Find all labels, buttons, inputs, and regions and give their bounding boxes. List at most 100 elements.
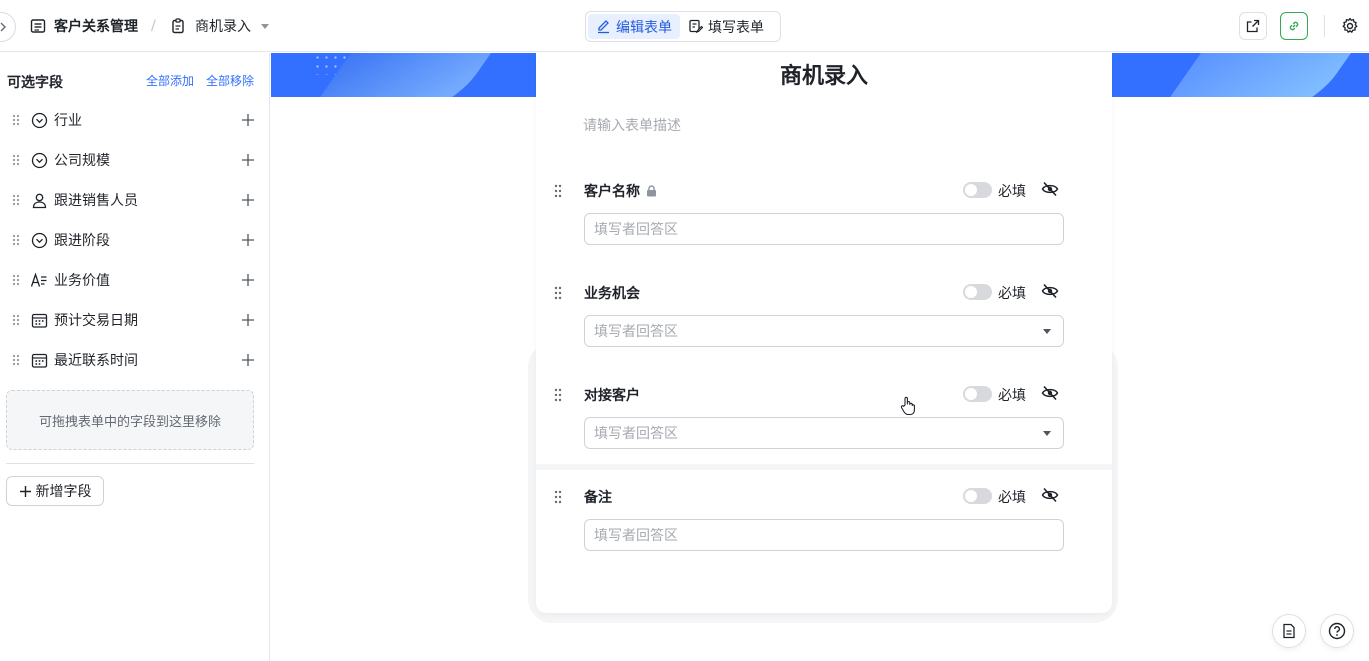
required-label: 必填	[998, 388, 1026, 404]
app-breadcrumb[interactable]: 客户关系管理	[30, 0, 138, 52]
single-select-icon	[30, 111, 48, 129]
drag-handle-icon[interactable]	[8, 314, 24, 326]
drop-hint-text: 可拖拽表单中的字段到这里移除	[38, 414, 221, 430]
drag-handle-icon[interactable]	[8, 234, 24, 246]
hide-field-icon[interactable]	[1041, 486, 1059, 508]
add-field-icon[interactable]	[238, 230, 258, 250]
drag-handle-icon[interactable]	[8, 354, 24, 366]
field-item-stage[interactable]: 跟进阶段	[8, 225, 258, 255]
remove-drop-zone[interactable]: 可拖拽表单中的字段到这里移除	[6, 390, 254, 450]
drag-handle-icon[interactable]	[554, 285, 562, 304]
field-label: 跟进阶段	[54, 233, 110, 249]
edit-form-label: 编辑表单	[616, 19, 672, 36]
field-label: 行业	[54, 113, 82, 129]
gear-icon	[1342, 17, 1358, 33]
fill-form-tab[interactable]: 填写表单	[680, 14, 772, 39]
required-toggle[interactable]	[963, 488, 992, 504]
link-icon	[1289, 21, 1299, 31]
question-business-opportunity[interactable]: 业务机会 必填 填写者回答区	[536, 279, 1112, 369]
question-notes[interactable]: 备注 必填 填写者回答区	[536, 483, 1112, 573]
share-button[interactable]	[1239, 12, 1267, 40]
question-separator	[536, 464, 1112, 470]
remove-all-link[interactable]: 全部移除	[206, 72, 254, 89]
field-item-expected-date[interactable]: 预计交易日期	[8, 305, 258, 335]
document-button[interactable]	[1272, 614, 1306, 648]
copy-link-button[interactable]	[1280, 12, 1308, 40]
add-field-icon[interactable]	[238, 190, 258, 210]
answer-placeholder: 填写者回答区	[594, 222, 678, 238]
hide-field-icon[interactable]	[1041, 180, 1059, 202]
field-sidebar: 可选字段 全部添加 全部移除 行业 公司规模 跟进销售人员 跟进阶段 业务价值 …	[0, 53, 270, 661]
breadcrumb-separator: /	[151, 18, 156, 34]
field-label: 跟进销售人员	[54, 193, 138, 209]
plus-icon	[19, 485, 31, 497]
expand-sidebar-button[interactable]	[0, 12, 16, 42]
new-field-label: 新增字段	[35, 484, 92, 500]
field-item-business-value[interactable]: 业务价值	[8, 265, 258, 295]
dropdown-arrow-icon	[1043, 431, 1051, 436]
answer-dropdown[interactable]: 填写者回答区	[584, 417, 1064, 449]
date-icon	[30, 351, 48, 369]
app-name: 客户关系管理	[54, 19, 138, 35]
question-customer-name[interactable]: 客户名称 必填 填写者回答区	[536, 177, 1112, 267]
drag-handle-icon[interactable]	[8, 114, 24, 126]
required-toggle[interactable]	[963, 182, 992, 198]
edit-form-tab[interactable]: 编辑表单	[588, 14, 680, 39]
required-label: 必填	[998, 286, 1026, 302]
required-toggle[interactable]	[963, 386, 992, 402]
field-item-company-size[interactable]: 公司规模	[8, 145, 258, 175]
answer-field[interactable]: 填写者回答区	[584, 519, 1064, 551]
question-title: 业务机会	[584, 286, 640, 302]
field-item-industry[interactable]: 行业	[8, 105, 258, 135]
sidebar-divider	[6, 463, 254, 464]
settings-button[interactable]	[1338, 14, 1362, 38]
single-select-icon	[30, 151, 48, 169]
required-toggle[interactable]	[963, 284, 992, 300]
chevron-down-icon[interactable]	[261, 23, 269, 29]
drag-handle-icon[interactable]	[554, 387, 562, 406]
drag-handle-icon[interactable]	[8, 194, 24, 206]
form-description-input[interactable]: 请输入表单描述	[583, 115, 681, 135]
add-field-icon[interactable]	[238, 150, 258, 170]
chevron-right-icon	[0, 22, 6, 32]
field-label: 业务价值	[54, 273, 110, 289]
fill-form-label: 填写表单	[708, 19, 764, 36]
table-icon	[30, 19, 46, 33]
toolbar-divider	[1324, 15, 1325, 37]
question-title: 对接客户	[584, 388, 640, 404]
help-button[interactable]	[1320, 614, 1354, 648]
lock-icon	[647, 185, 656, 197]
form-icon	[172, 18, 184, 34]
drag-handle-icon[interactable]	[8, 274, 24, 286]
add-field-icon[interactable]	[238, 310, 258, 330]
answer-placeholder: 填写者回答区	[594, 528, 678, 544]
required-label: 必填	[998, 184, 1026, 200]
drag-handle-icon[interactable]	[8, 154, 24, 166]
add-field-icon[interactable]	[238, 110, 258, 130]
hide-field-icon[interactable]	[1041, 282, 1059, 304]
question-label: 备注	[584, 487, 612, 507]
new-field-button[interactable]: 新增字段	[6, 476, 104, 506]
add-field-icon[interactable]	[238, 270, 258, 290]
answer-placeholder: 填写者回答区	[594, 426, 678, 442]
drag-handle-icon[interactable]	[554, 489, 562, 508]
add-field-icon[interactable]	[238, 350, 258, 370]
pencil-icon	[598, 20, 609, 34]
field-label: 公司规模	[54, 153, 110, 169]
question-label: 业务机会	[584, 283, 640, 303]
banner-shape	[1158, 53, 1369, 97]
form-card: 商机录入 请输入表单描述 客户名称 必填 填写者回答区 业务机会 必填 填写者回…	[536, 53, 1112, 613]
answer-dropdown[interactable]: 填写者回答区	[584, 315, 1064, 347]
form-breadcrumb[interactable]: 商机录入	[171, 0, 269, 52]
question-label: 对接客户	[584, 385, 640, 405]
hide-field-icon[interactable]	[1041, 384, 1059, 406]
external-link-icon	[1246, 19, 1260, 33]
drag-handle-icon[interactable]	[554, 183, 562, 202]
question-contact-customer[interactable]: 对接客户 必填 填写者回答区	[536, 381, 1112, 471]
add-all-link[interactable]: 全部添加	[146, 72, 194, 89]
field-item-last-contact[interactable]: 最近联系时间	[8, 345, 258, 375]
answer-field[interactable]: 填写者回答区	[584, 213, 1064, 245]
sidebar-title: 可选字段	[7, 75, 63, 91]
form-title[interactable]: 商机录入	[536, 58, 1112, 90]
field-item-sales-person[interactable]: 跟进销售人员	[8, 185, 258, 215]
